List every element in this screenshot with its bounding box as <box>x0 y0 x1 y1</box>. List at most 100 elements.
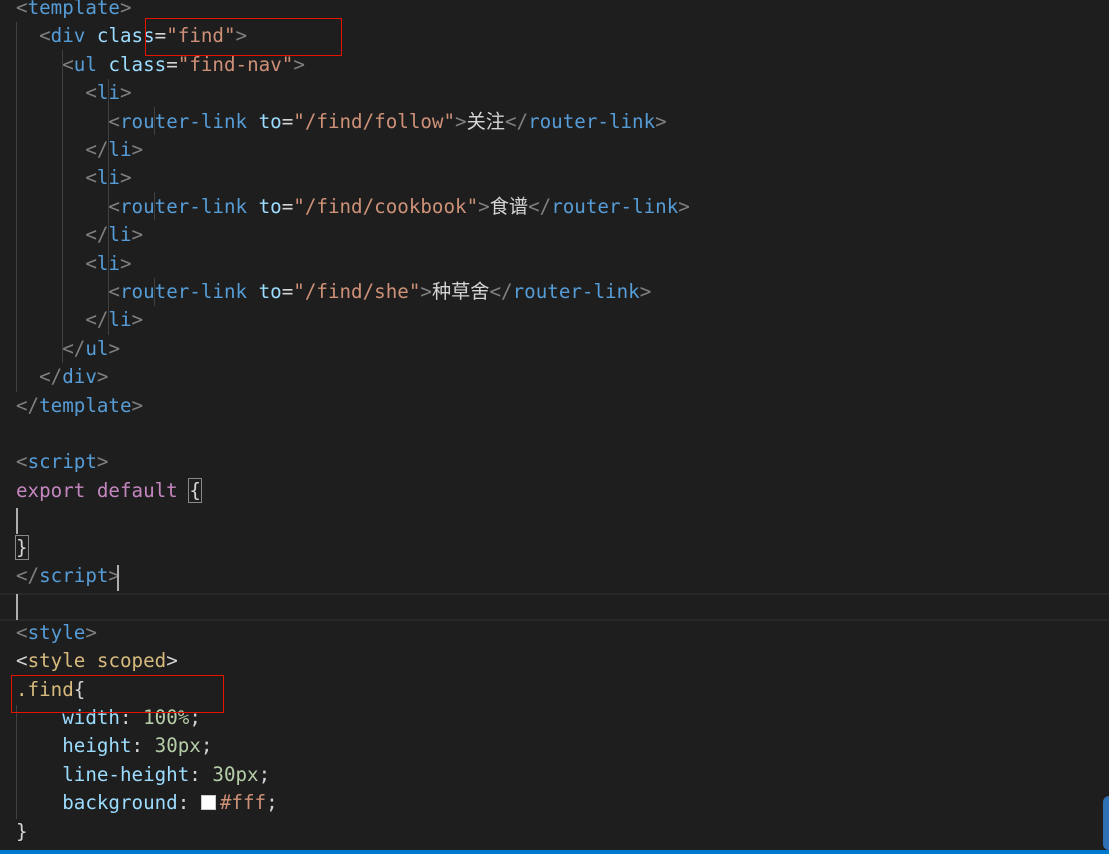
code-token: > <box>119 251 132 275</box>
text-cursor <box>16 594 18 620</box>
code-line[interactable]: <router-link to="/find/cookbook">食谱</rou… <box>16 193 690 221</box>
code-token: > <box>293 52 305 76</box>
code-token: </ <box>16 564 40 587</box>
code-token: > <box>655 109 667 133</box>
code-token: li <box>96 166 120 190</box>
code-token: < <box>108 194 120 218</box>
code-line[interactable]: <li> <box>16 164 132 192</box>
code-line[interactable]: line-height: 30px; <box>16 761 270 789</box>
code-line[interactable]: <router-link to="/find/follow">关注</route… <box>16 108 667 136</box>
code-token: to <box>258 194 282 218</box>
code-line[interactable]: <script> <box>16 448 108 476</box>
code-token: router-link <box>528 109 656 133</box>
code-token: div <box>50 24 86 48</box>
code-line[interactable]: } <box>16 818 28 846</box>
code-token: "/find/cookbook" <box>293 194 479 218</box>
code-line[interactable]: <style> <box>16 619 97 647</box>
code-token: > <box>131 393 144 417</box>
code-token: ul <box>73 52 97 76</box>
code-line[interactable]: </li> <box>16 221 143 249</box>
code-line[interactable]: </template> <box>16 392 143 420</box>
code-token: < <box>62 52 74 76</box>
code-editor[interactable]: <template> <div class="find"> <ul class=… <box>0 0 1109 854</box>
code-line[interactable]: background: #fff; <box>16 789 277 817</box>
color-swatch <box>200 795 216 811</box>
code-token: < <box>16 649 28 673</box>
code-line[interactable]: <template> <box>16 0 132 22</box>
code-token: </ <box>39 365 63 389</box>
code-token: = <box>281 109 294 133</box>
code-line[interactable]: <li> <box>16 250 132 278</box>
code-token: router-link <box>119 194 248 218</box>
code-token: > <box>96 450 109 474</box>
code-line[interactable]: <router-link to="/find/she">种草舍</router-… <box>16 278 651 306</box>
code-token: background <box>62 791 178 815</box>
code-line[interactable]: <style scoped> <box>16 647 178 675</box>
code-token: export <box>16 478 86 502</box>
code-token: router-link <box>551 194 679 218</box>
code-token: to <box>258 109 282 133</box>
code-token: > <box>96 365 109 389</box>
code-token: < <box>39 24 51 48</box>
code-line[interactable]: </ul> <box>16 335 120 363</box>
code-token: < <box>16 0 28 19</box>
code-token: = <box>166 52 178 76</box>
code-token: </ <box>85 223 109 247</box>
code-line[interactable]: <li> <box>16 79 131 107</box>
code-token: : <box>131 734 155 758</box>
code-token: router-link <box>119 109 248 133</box>
code-line[interactable]: </li> <box>16 136 143 164</box>
code-token: > <box>678 194 690 218</box>
code-token: </ <box>62 336 86 360</box>
code-token: </ <box>16 393 40 417</box>
code-token: > <box>119 166 132 190</box>
code-token: line-height <box>62 762 190 786</box>
code-token: #fff <box>219 791 267 815</box>
code-token: { <box>188 477 202 503</box>
code-token: 30px <box>212 762 259 786</box>
code-token: } <box>16 819 28 843</box>
code-token: > <box>166 649 178 673</box>
code-token: router-link <box>512 280 640 303</box>
code-token: </ <box>528 194 552 218</box>
scrollbar-thumb[interactable] <box>1103 796 1109 850</box>
code-line[interactable]: </li> <box>16 306 143 334</box>
code-token: 种草舍 <box>431 280 490 303</box>
code-token: li <box>96 81 120 105</box>
code-token: 食谱 <box>489 194 529 218</box>
code-token: li <box>96 251 120 275</box>
code-token: < <box>85 251 97 275</box>
class-find-highlight-box <box>145 18 342 56</box>
code-line[interactable]: </div> <box>16 363 108 391</box>
code-token: > <box>131 308 144 332</box>
code-token: < <box>16 450 28 474</box>
code-line[interactable]: export default { <box>16 477 202 505</box>
text-cursor <box>117 565 119 591</box>
code-token: > <box>420 280 432 303</box>
code-token: to <box>258 280 282 303</box>
code-token: </ <box>85 138 109 161</box>
code-token: default <box>96 478 178 502</box>
code-token: > <box>639 280 652 303</box>
code-line[interactable]: height: 30px; <box>16 732 212 760</box>
code-token: < <box>16 620 28 644</box>
code-token: } <box>15 534 29 560</box>
code-token: : <box>189 762 213 786</box>
code-line[interactable]: } <box>15 534 29 562</box>
code-line[interactable]: </script> <box>16 562 120 590</box>
code-token: </ <box>504 109 529 133</box>
